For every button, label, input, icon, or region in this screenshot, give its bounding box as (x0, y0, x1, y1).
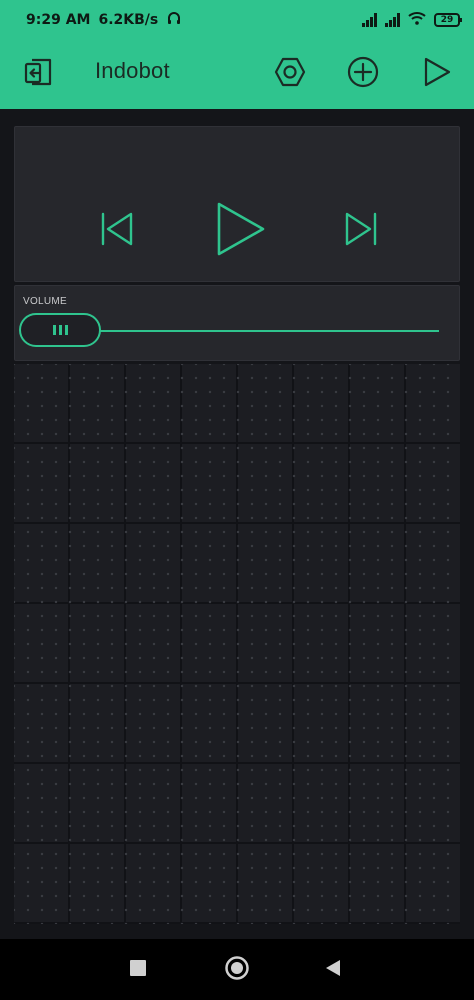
signal-icon-2 (385, 13, 400, 27)
slider-handle[interactable] (19, 313, 101, 347)
status-time: 9:29 AM (26, 12, 91, 28)
skip-previous-icon (97, 209, 137, 254)
status-data-speed: 6.2KB/s (98, 12, 159, 28)
previous-button[interactable] (95, 209, 139, 253)
grip-line (64, 325, 68, 335)
skip-next-icon (341, 209, 381, 254)
recents-button[interactable] (123, 955, 153, 985)
status-bar: 9:29 AM 6.2KB/s 29 (0, 0, 474, 40)
run-project-button[interactable] (416, 54, 456, 94)
home-button[interactable] (222, 955, 252, 985)
settings-button[interactable] (270, 54, 310, 94)
exit-button[interactable] (18, 54, 58, 94)
navigation-bar (0, 939, 474, 1000)
headset-icon (166, 10, 182, 30)
add-widget-button[interactable] (343, 54, 383, 94)
status-right: 29 (362, 11, 462, 29)
app-title: Indobot (95, 58, 170, 83)
music-player-widget[interactable] (14, 126, 460, 282)
next-button[interactable] (339, 209, 383, 253)
signal-icon (362, 13, 377, 27)
play-icon (213, 201, 269, 262)
exit-icon (21, 55, 55, 94)
status-left: 9:29 AM 6.2KB/s (26, 10, 182, 30)
hexagon-settings-icon (273, 55, 307, 94)
add-circle-icon (346, 55, 380, 94)
play-icon (419, 55, 453, 94)
back-triangle-icon (324, 959, 342, 982)
widget-grid[interactable] (14, 364, 460, 924)
slider-track[interactable] (75, 330, 439, 332)
screen: 9:29 AM 6.2KB/s 29 Indobot VOLUME (0, 0, 474, 1000)
home-circle-icon (224, 955, 250, 986)
grip-line (58, 325, 62, 335)
slider-label: VOLUME (23, 296, 68, 307)
volume-slider-widget[interactable]: VOLUME (14, 285, 460, 361)
play-button[interactable] (211, 201, 271, 261)
battery-icon: 29 (434, 13, 462, 27)
recents-square-icon (130, 959, 146, 981)
grip-line (52, 325, 56, 335)
back-button[interactable] (318, 955, 348, 985)
wifi-icon (408, 11, 426, 29)
app-bar: Indobot (0, 40, 474, 109)
